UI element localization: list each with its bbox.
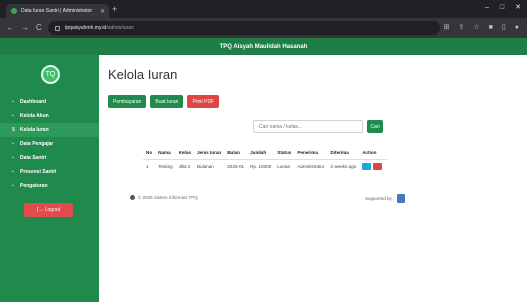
sidebar: TQ ▪ Dashboard ▪ Kelola Akun $ Kelola Iu… xyxy=(0,55,99,302)
minimize-button[interactable]: – xyxy=(485,3,489,13)
col-no: No xyxy=(143,146,156,160)
reload-button[interactable]: C xyxy=(36,23,42,33)
action-buttons: Pembayaran Buat Iuran Print PDF xyxy=(108,95,220,108)
cell-jenis-iuran: Bulanan xyxy=(196,164,214,169)
logout-button[interactable]: [→ Logout xyxy=(24,203,73,217)
search-input[interactable] xyxy=(253,120,363,133)
sidebar-menu: ▪ Dashboard ▪ Kelola Akun $ Kelola Iuran… xyxy=(0,95,99,193)
supported-by: Supported by : xyxy=(365,194,406,203)
cell-no: 1 xyxy=(146,164,149,169)
sidebar-item-label: Kelola Iuran xyxy=(20,127,49,133)
sponsor-logo-icon xyxy=(397,194,406,203)
sidebar-item-data-santri[interactable]: ▪ Data Santri xyxy=(0,151,99,165)
sidebar-item-label: Kelola Akun xyxy=(20,113,49,119)
sidepanel-icon[interactable]: ▯ xyxy=(502,23,506,33)
col-status: Status xyxy=(274,146,295,160)
sidebar-item-data-pengajar[interactable]: ▪ Data Pengajar xyxy=(0,137,99,151)
share-icon[interactable]: ⇪ xyxy=(459,23,465,33)
sidebar-item-presensi-santri[interactable]: ▪ Presensi Santri xyxy=(0,165,99,179)
table-row: 1 Testing Jilid 2 Bulanan 2025-01 Rp. 10… xyxy=(143,160,387,174)
app-title: TPQ Aisyah Maulidah Hasanah xyxy=(219,43,308,50)
page-title: Kelola Iuran xyxy=(108,67,178,82)
search-button[interactable]: Cari xyxy=(367,120,383,133)
browser-tab[interactable]: Data Iuran Santri | Administrator ✕ xyxy=(6,4,109,18)
sidebar-item-kelola-akun[interactable]: ▪ Kelola Akun xyxy=(0,109,99,123)
cell-bulan: 2025-01 xyxy=(227,164,245,169)
url-host: tpqaisyahmh.my.id xyxy=(65,25,107,31)
col-diterima: Diterima xyxy=(327,146,360,160)
buat-iuran-button[interactable]: Buat Iuran xyxy=(150,95,184,108)
col-penerima: Penerima xyxy=(294,146,328,160)
dollar-icon: $ xyxy=(12,127,15,133)
sidebar-item-label: Presensi Santri xyxy=(20,169,57,175)
nav-buttons: ← → C xyxy=(6,23,42,33)
copyright-icon xyxy=(130,195,135,200)
sidebar-item-kelola-iuran[interactable]: $ Kelola Iuran xyxy=(0,123,99,137)
sidebar-item-label: Data Santri xyxy=(20,155,47,161)
user-icon: ▪ xyxy=(12,113,14,119)
footer: © 2025 Sistem Informasi TPQ xyxy=(130,195,198,200)
main-content: Kelola Iuran Pembayaran Buat Iuran Print… xyxy=(99,55,527,302)
pembayaran-button[interactable]: Pembayaran xyxy=(108,95,147,108)
tab-title: Data Iuran Santri | Administrator xyxy=(21,8,93,14)
sidebar-item-label: Data Pengajar xyxy=(20,141,54,147)
sidebar-item-pengaturan[interactable]: ▪ Pengaturan xyxy=(0,179,99,193)
app-header: TPQ Aisyah Maulidah Hasanah xyxy=(0,38,527,55)
cell-action xyxy=(359,160,387,174)
window-controls: – □ ✕ xyxy=(485,3,521,13)
new-tab-button[interactable]: + xyxy=(112,3,117,15)
cell-diterima: 2 weeks ago xyxy=(330,164,357,169)
iuran-table: No Nama Kelas Jenis Iuran Bulan Jumlah S… xyxy=(143,146,388,174)
translate-icon[interactable]: ⊞ xyxy=(444,23,450,33)
cell-nama: Testing xyxy=(158,164,173,169)
print-pdf-button[interactable]: Print PDF xyxy=(187,95,220,108)
lock-icon xyxy=(55,25,60,31)
col-action: Action xyxy=(359,146,388,160)
sidebar-item-label: Dashboard xyxy=(20,99,47,105)
cell-kelas: Jilid 2 xyxy=(178,164,191,169)
footer-text: © 2025 Sistem Informasi TPQ xyxy=(138,195,198,200)
sidebar-item-label: Pengaturan xyxy=(20,183,48,189)
logo-icon: TQ xyxy=(41,65,60,84)
url-path: /admin/iuran xyxy=(106,25,134,31)
col-nama: Nama xyxy=(155,146,176,160)
tab-close-icon[interactable]: ✕ xyxy=(100,8,105,15)
dashboard-icon: ▪ xyxy=(12,99,14,105)
extension-icon[interactable]: ■ xyxy=(489,23,493,33)
maximize-button[interactable]: □ xyxy=(500,3,504,13)
favicon-icon xyxy=(11,8,17,14)
calendar-icon: ▪ xyxy=(12,169,14,175)
gear-icon: ▪ xyxy=(12,183,14,189)
profile-icon[interactable]: ● xyxy=(515,23,519,33)
cell-penerima: Administrator xyxy=(297,164,325,169)
forward-button[interactable]: → xyxy=(21,23,29,33)
detail-button[interactable] xyxy=(362,163,372,170)
cell-jumlah: Rp. 10000 xyxy=(250,164,272,169)
browser-tab-bar: Data Iuran Santri | Administrator ✕ + – … xyxy=(0,0,527,18)
table-header-row: No Nama Kelas Jenis Iuran Bulan Jumlah S… xyxy=(143,146,388,160)
teacher-icon: ▪ xyxy=(12,141,14,147)
toolbar-icons: ⊞ ⇪ ☆ ■ ▯ ● xyxy=(444,23,519,33)
student-icon: ▪ xyxy=(12,155,14,161)
col-jenis-iuran: Jenis Iuran xyxy=(193,146,225,160)
cell-status: Lunas xyxy=(277,164,290,169)
supported-by-label: Supported by : xyxy=(365,196,395,201)
delete-button[interactable] xyxy=(373,163,383,170)
close-window-button[interactable]: ✕ xyxy=(515,3,521,13)
address-bar[interactable]: tpqaisyahmh.my.id /admin/iuran xyxy=(48,21,440,35)
col-bulan: Bulan xyxy=(224,146,248,160)
back-button[interactable]: ← xyxy=(6,23,14,33)
sidebar-item-dashboard[interactable]: ▪ Dashboard xyxy=(0,95,99,109)
col-jumlah: Jumlah xyxy=(247,146,275,160)
bookmark-star-icon[interactable]: ☆ xyxy=(473,23,479,33)
col-kelas: Kelas xyxy=(175,146,194,160)
browser-toolbar: ← → C tpqaisyahmh.my.id /admin/iuran ⊞ ⇪… xyxy=(0,18,527,38)
